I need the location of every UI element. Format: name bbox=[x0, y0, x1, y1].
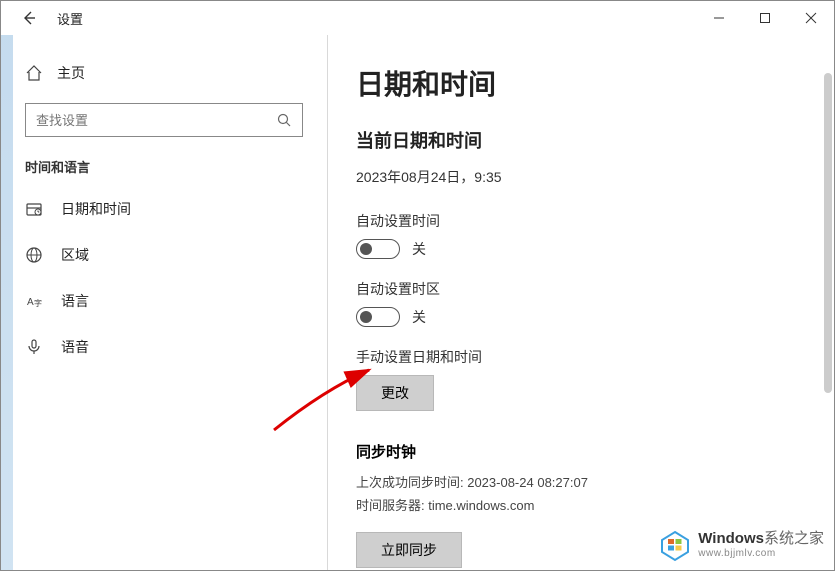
manual-label: 手动设置日期和时间 bbox=[356, 347, 774, 367]
search-wrap bbox=[1, 103, 327, 137]
scrollbar[interactable] bbox=[824, 73, 832, 393]
auto-tz-block: 自动设置时区 关 bbox=[356, 279, 774, 327]
search-input[interactable] bbox=[36, 113, 276, 128]
svg-text:A: A bbox=[27, 297, 34, 308]
main-content: 日期和时间 当前日期和时间 2023年08月24日，9:35 自动设置时间 关 … bbox=[328, 35, 834, 570]
sidebar: 主页 时间和语言 日期和时间 bbox=[1, 35, 328, 570]
auto-tz-toggle[interactable] bbox=[356, 307, 400, 327]
settings-window: 设置 主页 bbox=[0, 0, 835, 571]
home-item[interactable]: 主页 bbox=[1, 53, 327, 93]
nav-item-speech[interactable]: 语音 bbox=[1, 324, 327, 370]
window-title: 设置 bbox=[57, 9, 83, 28]
auto-tz-state: 关 bbox=[412, 307, 426, 327]
maximize-button[interactable] bbox=[742, 2, 788, 34]
search-icon bbox=[276, 112, 292, 128]
sync-last-line: 上次成功同步时间: 2023-08-24 08:27:07 bbox=[356, 472, 774, 491]
toggle-knob bbox=[360, 311, 372, 323]
auto-time-state: 关 bbox=[412, 239, 426, 259]
minimize-icon bbox=[713, 12, 725, 24]
sync-now-button[interactable]: 立即同步 bbox=[356, 532, 462, 568]
current-datetime-heading: 当前日期和时间 bbox=[356, 127, 774, 153]
toggle-knob bbox=[360, 243, 372, 255]
nav-item-language[interactable]: A字 语言 bbox=[1, 278, 327, 324]
category-header: 时间和语言 bbox=[1, 137, 327, 186]
home-icon bbox=[25, 64, 43, 82]
back-button[interactable] bbox=[13, 2, 45, 34]
nav-item-datetime[interactable]: 日期和时间 bbox=[1, 186, 327, 232]
home-label: 主页 bbox=[57, 63, 85, 83]
body-area: 主页 时间和语言 日期和时间 bbox=[1, 35, 834, 570]
close-icon bbox=[805, 12, 817, 24]
nav-label: 语音 bbox=[61, 337, 89, 357]
svg-text:字: 字 bbox=[34, 298, 42, 308]
titlebar: 设置 bbox=[1, 1, 834, 35]
nav-label: 语言 bbox=[61, 291, 89, 311]
desktop-background-sliver bbox=[1, 35, 13, 570]
sync-server-line: 时间服务器: time.windows.com bbox=[356, 495, 774, 514]
current-datetime-value: 2023年08月24日，9:35 bbox=[356, 167, 774, 187]
back-arrow-icon bbox=[21, 10, 37, 26]
minimize-button[interactable] bbox=[696, 2, 742, 34]
nav-list: 日期和时间 区域 A字 语言 bbox=[1, 186, 327, 370]
auto-time-toggle[interactable] bbox=[356, 239, 400, 259]
nav-label: 区域 bbox=[61, 245, 89, 265]
auto-tz-label: 自动设置时区 bbox=[356, 279, 774, 299]
sync-heading: 同步时钟 bbox=[356, 441, 774, 462]
maximize-icon bbox=[759, 12, 771, 24]
clock-icon bbox=[25, 200, 43, 218]
page-heading: 日期和时间 bbox=[356, 63, 774, 103]
search-box[interactable] bbox=[25, 103, 303, 137]
auto-time-label: 自动设置时间 bbox=[356, 211, 774, 231]
manual-block: 手动设置日期和时间 更改 bbox=[356, 347, 774, 411]
auto-time-block: 自动设置时间 关 bbox=[356, 211, 774, 259]
sync-section: 同步时钟 上次成功同步时间: 2023-08-24 08:27:07 时间服务器… bbox=[356, 441, 774, 568]
nav-label: 日期和时间 bbox=[61, 199, 131, 219]
close-button[interactable] bbox=[788, 2, 834, 34]
change-button[interactable]: 更改 bbox=[356, 375, 434, 411]
language-icon: A字 bbox=[25, 292, 43, 310]
mic-icon bbox=[25, 338, 43, 356]
window-controls bbox=[696, 2, 834, 34]
globe-icon bbox=[25, 246, 43, 264]
nav-item-region[interactable]: 区域 bbox=[1, 232, 327, 278]
